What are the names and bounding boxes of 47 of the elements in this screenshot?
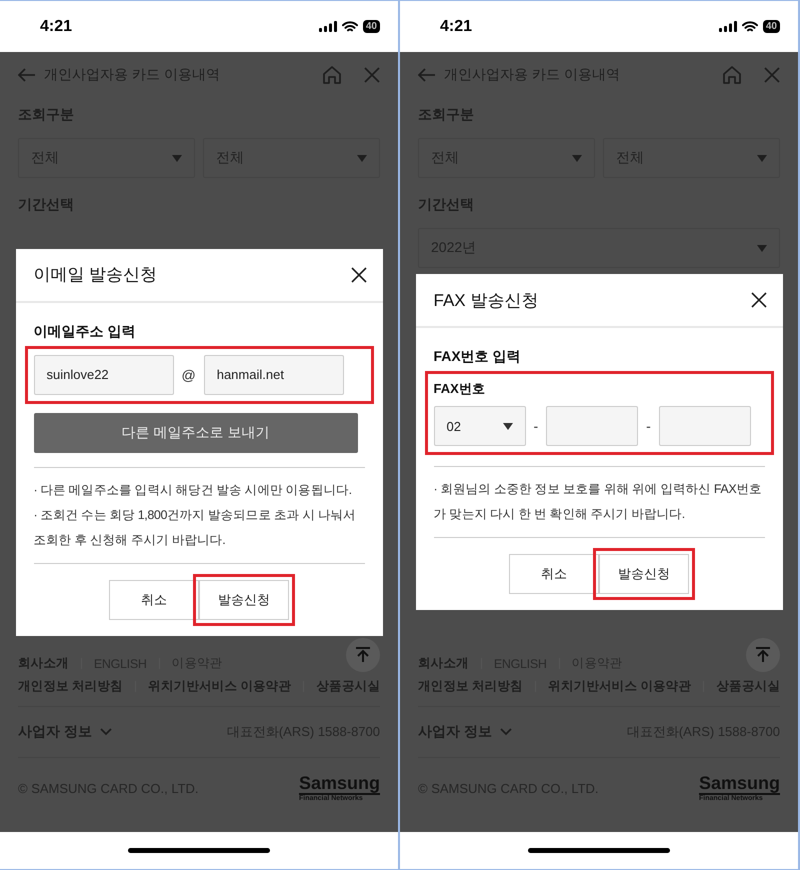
notice-text: · 회원님의 소중한 정보 보호를 위해 위에 입력하신 FAX번호가 맞는지 다시 한 번 확인해 주시기 바랍니다. xyxy=(434,481,762,523)
caret-icon xyxy=(757,244,767,252)
separator-text: - xyxy=(646,418,651,434)
logo-wordmark: Samsung xyxy=(698,774,780,796)
caret-icon xyxy=(572,154,582,162)
battery-indicator: 40 xyxy=(362,20,380,33)
input-field[interactable] xyxy=(546,406,638,446)
dialog-button[interactable]: 취소 xyxy=(109,580,199,620)
battery-indicator: 40 xyxy=(762,20,780,33)
notice-text: · 조회건 수는 회당 1,800건까지 발송되므로 초과 시 나눠서 조회한 후 신청해 주시기 바랍니다. xyxy=(34,506,357,548)
caret-icon xyxy=(172,154,182,162)
separator-text: @ xyxy=(182,366,196,382)
chevron-down-icon[interactable] xyxy=(100,728,112,736)
chevron-down-icon[interactable] xyxy=(500,728,512,736)
back-arrow-icon[interactable] xyxy=(418,68,436,82)
wifi-icon xyxy=(342,20,358,32)
input-field[interactable]: hanmail.net xyxy=(204,354,344,394)
caret-icon xyxy=(502,422,512,430)
area-code-select[interactable]: 02 xyxy=(434,406,526,446)
field-label: FAX번호 xyxy=(434,380,486,398)
section-title: FAX번호 입력 xyxy=(434,348,522,366)
caret-icon xyxy=(757,154,767,162)
home-icon[interactable] xyxy=(722,65,742,85)
input-field[interactable]: suinlove22 xyxy=(34,354,174,394)
logo-wordmark: Samsung xyxy=(298,774,380,796)
signal-icon xyxy=(318,21,337,32)
other-email-button[interactable]: 다른 메일주소로 보내기 xyxy=(34,412,358,452)
home-icon[interactable] xyxy=(322,65,342,85)
close-icon[interactable] xyxy=(750,292,766,308)
close-icon[interactable] xyxy=(350,266,366,282)
arrow-to-top-icon xyxy=(356,647,370,663)
input-field[interactable] xyxy=(658,406,751,446)
back-arrow-icon[interactable] xyxy=(18,68,36,82)
caret-icon xyxy=(357,154,367,162)
notice-text: · 다른 메일주소를 입력시 해당건 발송 시에만 이용됩니다. xyxy=(34,482,353,498)
status-time: 4:21 xyxy=(440,18,472,36)
section-title: 이메일주소 입력 xyxy=(34,322,136,340)
scroll-to-top-button[interactable] xyxy=(346,638,380,672)
separator-text: - xyxy=(534,418,538,434)
wifi-icon xyxy=(742,20,758,32)
modal-title: FAX 발송신청 xyxy=(434,290,538,312)
status-time: 4:21 xyxy=(40,18,72,36)
modal-title: 이메일 발송신청 xyxy=(34,264,158,286)
signal-icon xyxy=(718,21,737,32)
scroll-to-top-button[interactable] xyxy=(746,638,780,672)
arrow-to-top-icon xyxy=(756,647,770,663)
dialog-button[interactable]: 취소 xyxy=(509,554,599,594)
